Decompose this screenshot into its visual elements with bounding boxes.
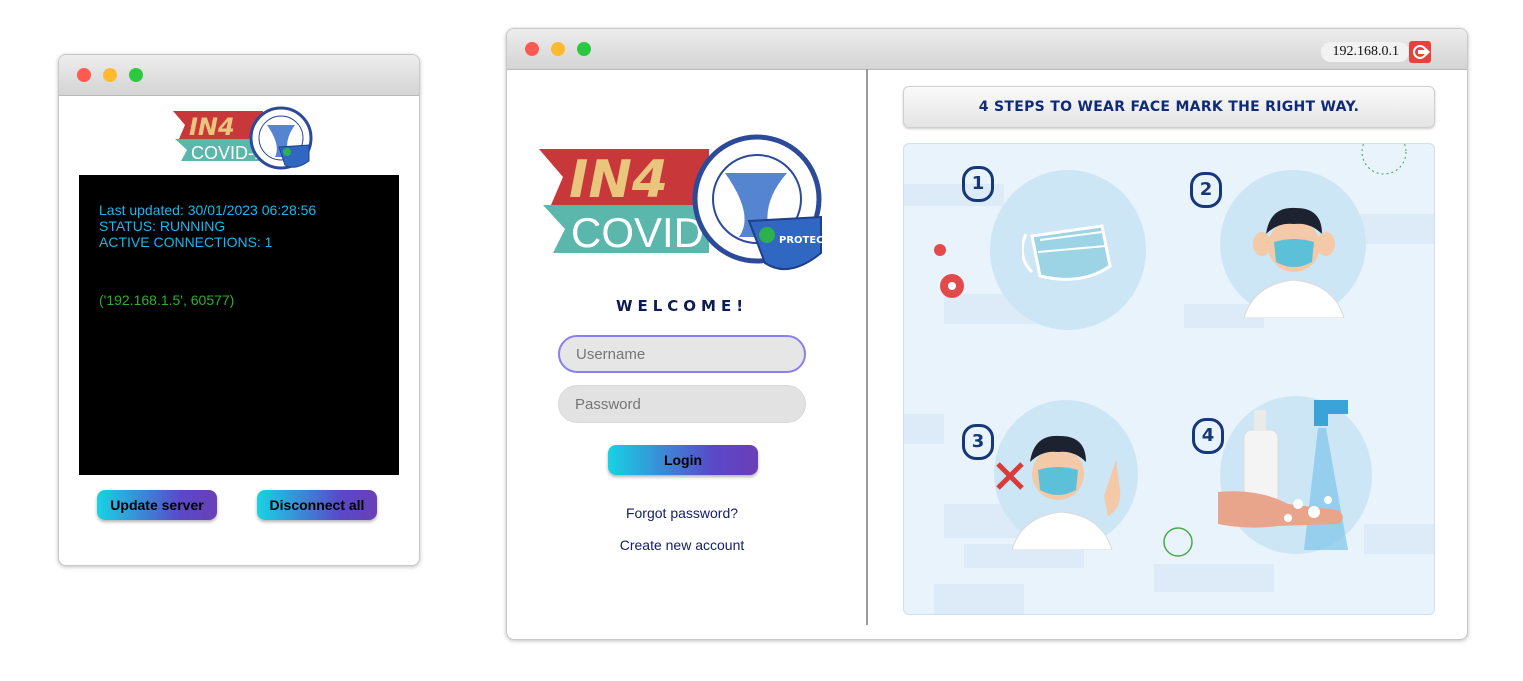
server-window: IN4 COVID-19 Last updated: 30/01/2023 06… (58, 54, 420, 566)
step-1-number: 1 (962, 166, 994, 202)
active-connections-text: ACTIVE CONNECTIONS: 1 (99, 234, 273, 250)
username-input[interactable] (558, 335, 806, 373)
app-logo: IN4 COVID-19 PROTECT (539, 133, 831, 275)
create-account-link[interactable]: Create new account (507, 537, 857, 553)
panel-divider (866, 69, 868, 625)
login-button[interactable]: Login (608, 445, 758, 475)
status-text: STATUS: RUNNING (99, 218, 226, 234)
welcome-heading: WELCOME! (615, 297, 749, 315)
forgot-password-link[interactable]: Forgot password? (507, 505, 857, 521)
maximize-window-button[interactable] (577, 42, 591, 56)
man-adjusting-mask-illustration (1243, 207, 1345, 318)
hand-washing-illustration (1218, 400, 1348, 550)
last-updated-text: Last updated: 30/01/2023 06:28:56 (99, 202, 317, 218)
logo-graphic: IN4 COVID-19 (173, 106, 313, 170)
maximize-window-button[interactable] (129, 68, 143, 82)
svg-text:IN4: IN4 (189, 113, 235, 141)
server-titlebar (59, 55, 419, 96)
logout-icon (1413, 45, 1430, 59)
step-2-number: 2 (1190, 172, 1222, 208)
login-titlebar: 192.168.0.1 (507, 29, 1467, 70)
close-window-button[interactable] (77, 68, 91, 82)
password-input[interactable] (558, 385, 806, 423)
minimize-window-button[interactable] (551, 42, 565, 56)
face-mask-icon (1022, 224, 1112, 281)
steps-title: 4 STEPS TO WEAR FACE MARK THE RIGHT WAY. (903, 86, 1435, 128)
minimize-window-button[interactable] (103, 68, 117, 82)
server-ip-display: 192.168.0.1 (1320, 42, 1409, 62)
console-log: Last updated: 30/01/2023 06:28:56 STATUS… (79, 175, 399, 475)
logo-graphic: IN4 COVID-19 PROTECT (539, 134, 831, 270)
connection-entry: ('192.168.1.5', 60577) (99, 292, 235, 308)
disconnect-all-button[interactable]: Disconnect all (257, 490, 377, 520)
update-server-button[interactable]: Update server (97, 490, 217, 520)
close-window-button[interactable] (525, 42, 539, 56)
svg-text:PROTECT: PROTECT (779, 235, 831, 246)
step-3-number: 3 (962, 424, 994, 460)
app-logo-small: IN4 COVID-19 (171, 105, 316, 173)
login-window: 192.168.0.1 IN4 COVID-19 PROTECT WELCOME… (506, 28, 1468, 640)
mask-steps-illustration: 1 2 3 4 (903, 143, 1435, 615)
svg-text:IN4: IN4 (569, 150, 668, 210)
man-no-touch-illustration (996, 435, 1121, 550)
logout-button[interactable] (1409, 41, 1431, 63)
